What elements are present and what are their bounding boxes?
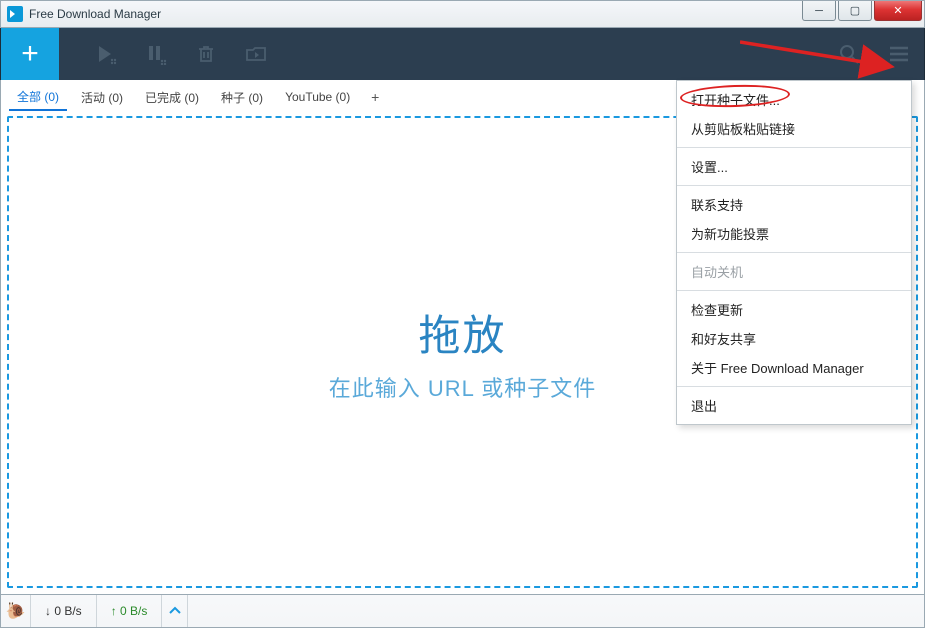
download-speed[interactable]: ↓ 0 B/s [31, 595, 97, 627]
window-titlebar: Free Download Manager ─ ▢ ✕ [0, 0, 925, 28]
start-button[interactable] [81, 28, 131, 80]
menu-settings[interactable]: 设置... [677, 152, 911, 181]
folder-icon [245, 44, 267, 64]
expand-status-button[interactable] [162, 595, 188, 627]
chevron-up-icon [169, 606, 181, 616]
minimize-button[interactable]: ─ [802, 1, 836, 21]
menu-open-torrent[interactable]: 打开种子文件... [677, 85, 911, 114]
menu-button[interactable] [874, 28, 924, 80]
menu-vote[interactable]: 为新功能投票 [677, 219, 911, 248]
pause-icon [145, 43, 167, 65]
menu-separator [677, 290, 911, 291]
trash-icon [196, 44, 216, 64]
tab-add-button[interactable]: + [364, 87, 386, 107]
hamburger-icon [888, 43, 910, 65]
move-button[interactable] [231, 28, 281, 80]
menu-exit[interactable]: 退出 [677, 391, 911, 420]
maximize-button[interactable]: ▢ [838, 1, 872, 21]
delete-button[interactable] [181, 28, 231, 80]
menu-auto-shutdown[interactable]: 自动关机 [677, 257, 911, 286]
menu-separator [677, 147, 911, 148]
menu-share[interactable]: 和好友共享 [677, 324, 911, 353]
window-buttons: ─ ▢ ✕ [802, 1, 924, 21]
search-icon [838, 43, 860, 65]
window-title: Free Download Manager [29, 7, 161, 21]
menu-contact[interactable]: 联系支持 [677, 190, 911, 219]
tab-active[interactable]: 活动 (0) [73, 85, 131, 110]
upload-speed[interactable]: ↑ 0 B/s [97, 595, 163, 627]
play-icon [95, 43, 117, 65]
menu-paste-link[interactable]: 从剪贴板粘贴链接 [677, 114, 911, 143]
menu-separator [677, 386, 911, 387]
tab-torrent[interactable]: 种子 (0) [213, 85, 271, 110]
tab-done[interactable]: 已完成 (0) [137, 85, 207, 110]
close-button[interactable]: ✕ [874, 1, 922, 21]
tab-youtube[interactable]: YouTube (0) [277, 86, 358, 108]
snail-mode-button[interactable]: 🐌 [1, 595, 31, 627]
tab-all[interactable]: 全部 (0) [9, 84, 67, 111]
status-bar: 🐌 ↓ 0 B/s ↑ 0 B/s [0, 594, 925, 628]
menu-about[interactable]: 关于 Free Download Manager [677, 353, 911, 382]
add-download-button[interactable]: + [1, 28, 59, 80]
dropzone-title: 拖放 [418, 302, 506, 363]
pause-button[interactable] [131, 28, 181, 80]
main-menu-popup: 打开种子文件... 从剪贴板粘贴链接 设置... 联系支持 为新功能投票 自动关… [676, 80, 912, 425]
menu-check-update[interactable]: 检查更新 [677, 295, 911, 324]
dropzone-subtitle: 在此输入 URL 或种子文件 [329, 371, 596, 403]
app-icon [7, 6, 23, 22]
menu-separator [677, 252, 911, 253]
menu-separator [677, 185, 911, 186]
main-toolbar: + [0, 28, 925, 80]
search-button[interactable] [824, 28, 874, 80]
